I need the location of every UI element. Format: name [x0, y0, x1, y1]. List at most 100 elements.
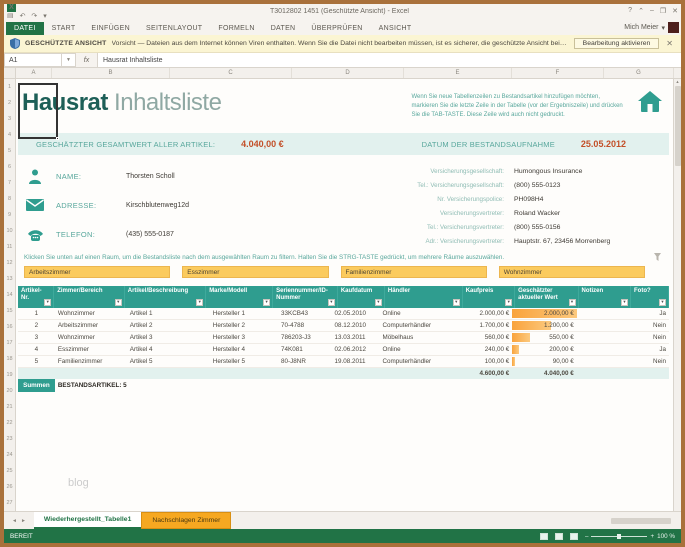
- insurance-value[interactable]: Humongous Insurance: [514, 168, 582, 175]
- ribbon-tab-datei[interactable]: DATEI: [6, 22, 44, 35]
- row-header-18[interactable]: 18: [4, 351, 15, 367]
- zoom-level[interactable]: 100 %: [657, 533, 675, 540]
- zoom-slider[interactable]: [591, 533, 648, 539]
- insurance-value[interactable]: Roland Wacker: [514, 210, 560, 217]
- user-dropdown-icon[interactable]: ▾: [661, 24, 665, 32]
- row-header-2[interactable]: 2: [4, 95, 15, 111]
- row-header-13[interactable]: 13: [4, 271, 15, 287]
- contact-value[interactable]: Kirschblutenweg12d: [126, 202, 189, 209]
- column-header-E[interactable]: E: [404, 68, 512, 78]
- row-header-19[interactable]: 19: [4, 367, 15, 383]
- name-box-dropdown-icon[interactable]: ▼: [62, 53, 76, 67]
- row-header-4[interactable]: 4: [4, 127, 15, 143]
- row-header-6[interactable]: 6: [4, 159, 15, 175]
- insert-function-icon[interactable]: fx: [76, 53, 98, 67]
- column-header-B[interactable]: B: [52, 68, 170, 78]
- column-header-C[interactable]: C: [170, 68, 292, 78]
- row-header-3[interactable]: 3: [4, 111, 15, 127]
- row-header-12[interactable]: 12: [4, 255, 15, 271]
- vertical-scroll-thumb[interactable]: [674, 86, 681, 166]
- table-row[interactable]: 2 Arbeitszimmer Artikel 2 Hersteller 2 70-47…: [18, 320, 669, 332]
- filter-dropdown-icon[interactable]: ▼: [44, 299, 52, 306]
- signed-in-user[interactable]: Mich Meier: [624, 24, 658, 31]
- help-icon[interactable]: ?: [628, 7, 632, 15]
- insurance-value[interactable]: (800) 555-0123: [514, 182, 560, 189]
- filter-dropdown-icon[interactable]: ▼: [327, 299, 335, 306]
- slicer-button-familienzimmer[interactable]: Familienzimmer: [340, 266, 487, 278]
- row-header-5[interactable]: 5: [4, 143, 15, 159]
- row-header-11[interactable]: 11: [4, 239, 15, 255]
- filter-dropdown-icon[interactable]: ▼: [568, 299, 576, 306]
- row-header-7[interactable]: 7: [4, 175, 15, 191]
- horizontal-scrollbar[interactable]: [611, 512, 681, 529]
- user-avatar[interactable]: [668, 22, 679, 33]
- minimize-icon[interactable]: –: [650, 7, 654, 15]
- row-header-15[interactable]: 15: [4, 303, 15, 319]
- row-header-16[interactable]: 16: [4, 319, 15, 335]
- filter-dropdown-icon[interactable]: ▼: [620, 299, 628, 306]
- column-header-D[interactable]: D: [292, 68, 404, 78]
- row-header-26[interactable]: 26: [4, 479, 15, 495]
- row-header-23[interactable]: 23: [4, 431, 15, 447]
- slicer-button-esszimmer[interactable]: Esszimmer: [182, 266, 329, 278]
- table-row[interactable]: 5 Familienzimmer Artikel 5 Hersteller 5 80-J…: [18, 356, 669, 368]
- table-row[interactable]: 1 Wohnzimmer Artikel 1 Hersteller 1 33KCB43 0…: [18, 308, 669, 320]
- vertical-scrollbar[interactable]: ▲: [673, 79, 681, 511]
- clear-filter-icon[interactable]: [654, 253, 663, 262]
- excel-app-icon[interactable]: X: [7, 4, 16, 12]
- select-all-corner[interactable]: [4, 68, 16, 78]
- filter-dropdown-icon[interactable]: ▼: [505, 299, 513, 306]
- insurance-value[interactable]: (800) 555-0156: [514, 224, 560, 231]
- sheet-nav-left-icon[interactable]: ◄: [12, 518, 17, 524]
- zoom-out-icon[interactable]: –: [585, 533, 589, 540]
- filter-dropdown-icon[interactable]: ▼: [196, 299, 204, 306]
- row-header-14[interactable]: 14: [4, 287, 15, 303]
- row-header-20[interactable]: 20: [4, 383, 15, 399]
- table-row[interactable]: 4 Esszimmer Artikel 4 Hersteller 4 74K081 02.…: [18, 344, 669, 356]
- close-message-icon[interactable]: ✕: [664, 39, 675, 48]
- formula-input[interactable]: Hausrat Inhaltsliste: [98, 53, 681, 67]
- row-header-17[interactable]: 17: [4, 335, 15, 351]
- name-box[interactable]: A1: [4, 53, 62, 67]
- insurance-value[interactable]: Hauptstr. 67, 23456 Morrenberg: [514, 238, 610, 245]
- ribbon-tab-formeln[interactable]: FORMELN: [210, 22, 262, 35]
- normal-view-icon[interactable]: [539, 532, 548, 540]
- sheet-tab-nachschlagen-zimmer[interactable]: Nachschlagen Zimmer: [141, 512, 232, 529]
- ribbon-tab-start[interactable]: START: [44, 22, 84, 35]
- row-header-21[interactable]: 21: [4, 399, 15, 415]
- filter-dropdown-icon[interactable]: ▼: [114, 299, 122, 306]
- horizontal-scroll-thumb[interactable]: [611, 517, 671, 524]
- zoom-in-icon[interactable]: +: [650, 533, 654, 540]
- ribbon-tab-überprüfen[interactable]: ÜBERPRÜFEN: [303, 22, 370, 35]
- contact-value[interactable]: (435) 555-0187: [126, 231, 174, 238]
- ribbon-options-icon[interactable]: ⌃: [638, 7, 644, 15]
- enable-editing-button[interactable]: Bearbeitung aktivieren: [573, 38, 660, 49]
- ribbon-tab-ansicht[interactable]: ANSICHT: [371, 22, 420, 35]
- table-row[interactable]: 3 Wohnzimmer Artikel 3 Hersteller 3 786203-J…: [18, 332, 669, 344]
- column-header-G[interactable]: G: [604, 68, 674, 78]
- page-break-view-icon[interactable]: [569, 532, 578, 540]
- zoom-slider-thumb[interactable]: [617, 533, 622, 539]
- row-header-8[interactable]: 8: [4, 191, 15, 207]
- ribbon-tab-seitenlayout[interactable]: SEITENLAYOUT: [138, 22, 210, 35]
- filter-dropdown-icon[interactable]: ▼: [374, 299, 382, 306]
- filter-dropdown-icon[interactable]: ▼: [452, 299, 460, 306]
- close-icon[interactable]: ✕: [672, 7, 678, 15]
- filter-dropdown-icon[interactable]: ▼: [658, 299, 666, 306]
- ribbon-tab-daten[interactable]: DATEN: [263, 22, 304, 35]
- ribbon-tab-einfügen[interactable]: EINFÜGEN: [83, 22, 138, 35]
- active-cell-selection[interactable]: [18, 83, 59, 140]
- scroll-up-icon[interactable]: ▲: [676, 79, 680, 84]
- row-header-9[interactable]: 9: [4, 207, 15, 223]
- page-layout-view-icon[interactable]: [554, 532, 563, 540]
- insurance-value[interactable]: PH098H4: [514, 196, 543, 203]
- row-header-22[interactable]: 22: [4, 415, 15, 431]
- row-header-27[interactable]: 27: [4, 495, 15, 511]
- column-header-A[interactable]: A: [16, 68, 52, 78]
- slicer-button-wohnzimmer[interactable]: Wohnzimmer: [498, 266, 645, 278]
- slicer-button-arbeitszimmer[interactable]: Arbeitszimmer: [24, 266, 171, 278]
- column-header-F[interactable]: F: [512, 68, 604, 78]
- contact-value[interactable]: Thorsten Scholl: [126, 173, 175, 180]
- sheet-nav-right-icon[interactable]: ►: [21, 518, 26, 524]
- sheet-tab-wiederhergestellt-tabelle1[interactable]: Wiederhergestellt_Tabelle1: [33, 512, 142, 529]
